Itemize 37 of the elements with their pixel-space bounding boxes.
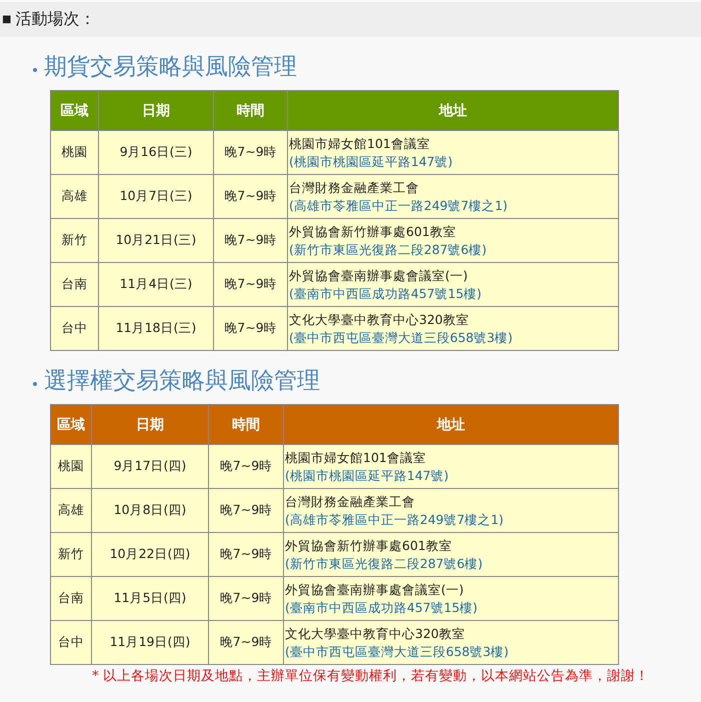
- column-header: 區域: [50, 90, 98, 130]
- street-address: (高雄市苓雅區中正一路249號7樓之1): [289, 196, 508, 214]
- street-address: (桃園市桃園區延平路147號): [285, 466, 449, 484]
- table-cell: 11月18日(三): [98, 306, 214, 350]
- street-address: (新竹市東區光復路二段287號6樓): [285, 554, 483, 572]
- venue-name: 台灣財務金融產業工會: [289, 178, 419, 196]
- table-cell: 晚7~9時: [214, 306, 288, 350]
- venue-name: 桃園市婦女館101會議室: [285, 448, 426, 466]
- section-title: 活動場次：: [15, 9, 96, 30]
- bullet-icon: [33, 68, 37, 72]
- column-header: 地址: [288, 90, 618, 130]
- venue-name: 外貿協會臺南辦事處會議室(一): [289, 266, 468, 284]
- street-address: (新竹市東區光復路二段287號6樓): [289, 240, 487, 258]
- street-address: (臺中市西屯區臺灣大道三段658號3樓): [289, 328, 513, 346]
- course-title: 選擇權交易策略與風險管理: [44, 366, 320, 396]
- street-address: (高雄市苓雅區中正一路249號7樓之1): [285, 510, 504, 528]
- table-cell: 晚7~9時: [208, 620, 284, 664]
- street-address: (桃園市桃園區延平路147號): [289, 152, 453, 170]
- venue-name: 外貿協會臺南辦事處會議室(一): [285, 580, 464, 598]
- venue-name: 文化大學臺中教育中心320教室: [289, 310, 469, 328]
- table-cell: 台中: [50, 620, 92, 664]
- venue-name: 文化大學臺中教育中心320教室: [285, 624, 465, 642]
- column-header: 地址: [284, 404, 618, 444]
- column-header: 區域: [50, 404, 92, 444]
- venue-name: 桃園市婦女館101會議室: [289, 134, 430, 152]
- venue-name: 台灣財務金融產業工會: [285, 492, 415, 510]
- table-cell: 台中: [50, 306, 98, 350]
- course-title: 期貨交易策略與風險管理: [44, 52, 297, 82]
- table-cell: 11月19日(四): [92, 620, 208, 664]
- street-address: (臺南市中西區成功路457號15樓): [285, 598, 478, 616]
- venue-name: 外貿協會新竹辦事處601教室: [285, 536, 452, 554]
- street-address: (臺南市中西區成功路457號15樓): [289, 284, 482, 302]
- bullet-icon: [33, 382, 37, 386]
- square-marker: ■: [2, 14, 12, 25]
- footnote: * 以上各場次日期及地點，主辦單位保有變動權利，若有變動，以本網站公告為準，謝謝！: [92, 668, 650, 684]
- venue-name: 外貿協會新竹辦事處601教室: [289, 222, 456, 240]
- street-address: (臺中市西屯區臺灣大道三段658號3樓): [285, 642, 509, 660]
